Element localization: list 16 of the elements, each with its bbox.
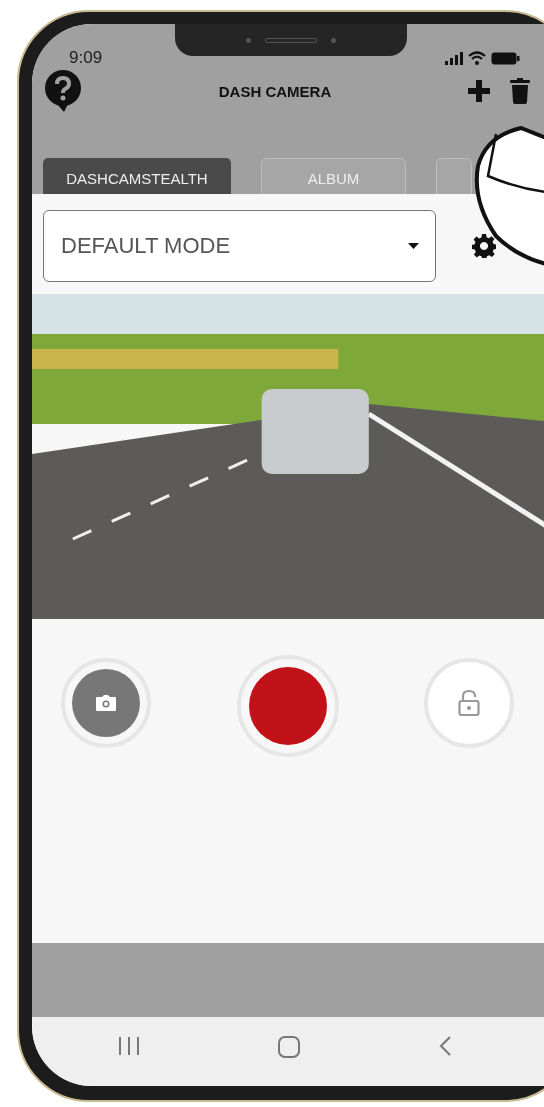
mode-dropdown[interactable]: DEFAULT MODE bbox=[43, 210, 436, 282]
camera-icon bbox=[96, 695, 116, 711]
home-icon[interactable] bbox=[277, 1035, 301, 1059]
unlocked-padlock-icon bbox=[458, 689, 480, 717]
recent-apps-icon[interactable] bbox=[118, 1035, 140, 1057]
wifi-icon bbox=[468, 51, 486, 65]
trash-icon[interactable] bbox=[510, 78, 530, 104]
dropdown-caret-icon bbox=[408, 243, 419, 249]
battery-icon bbox=[491, 51, 520, 65]
signal-icon bbox=[445, 51, 463, 65]
help-icon[interactable] bbox=[44, 70, 82, 112]
back-icon[interactable] bbox=[438, 1035, 452, 1057]
status-time: 9:09 bbox=[69, 48, 103, 68]
app-title: DASH CAMERA bbox=[217, 82, 333, 100]
settings-icon[interactable] bbox=[472, 234, 496, 258]
add-icon[interactable] bbox=[468, 80, 490, 102]
